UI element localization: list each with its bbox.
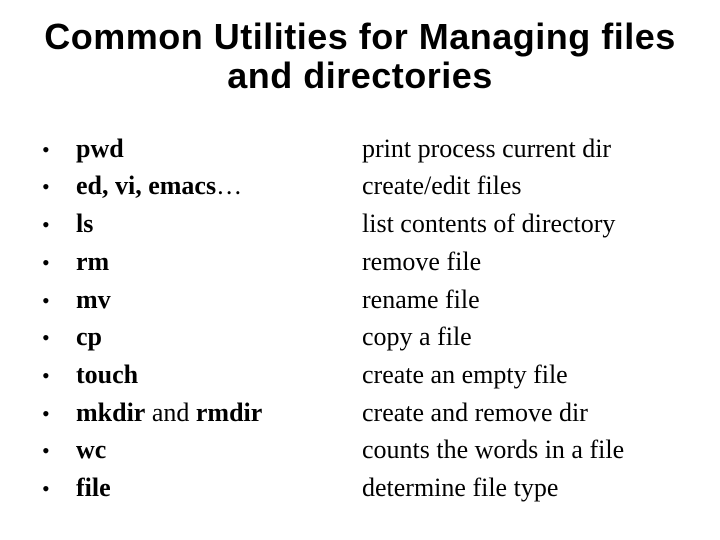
- bullet-icon: •: [42, 247, 76, 279]
- command-column: • pwd • ed, vi, emacs… • ls • rm • mv • …: [42, 130, 362, 507]
- description-text: create an empty file: [362, 356, 690, 394]
- bullet-icon: •: [42, 435, 76, 467]
- list-item: • rm: [42, 243, 362, 281]
- description-text: determine file type: [362, 469, 690, 507]
- bullet-icon: •: [42, 473, 76, 505]
- list-item: • touch: [42, 356, 362, 394]
- list-item: • mv: [42, 281, 362, 319]
- list-item: • file: [42, 469, 362, 507]
- bullet-icon: •: [42, 398, 76, 430]
- list-item: • ls: [42, 205, 362, 243]
- list-item: • cp: [42, 318, 362, 356]
- description-text: rename file: [362, 281, 690, 319]
- list-item: • pwd: [42, 130, 362, 168]
- description-text: create/edit files: [362, 167, 690, 205]
- bullet-icon: •: [42, 171, 76, 203]
- description-text: print process current dir: [362, 130, 690, 168]
- bullet-icon: •: [42, 360, 76, 392]
- slide: Common Utilities for Managing files and …: [0, 0, 720, 540]
- command-text: cp: [76, 318, 102, 356]
- bullet-icon: •: [42, 209, 76, 241]
- command-text: mv: [76, 281, 111, 319]
- description-text: remove file: [362, 243, 690, 281]
- bullet-icon: •: [42, 285, 76, 317]
- bullet-icon: •: [42, 322, 76, 354]
- list-item: • mkdir and rmdir: [42, 394, 362, 432]
- command-text: wc: [76, 431, 106, 469]
- list-item: • ed, vi, emacs…: [42, 167, 362, 205]
- command-text: ls: [76, 205, 93, 243]
- description-column: print process current dir create/edit fi…: [362, 130, 690, 507]
- description-text: list contents of directory: [362, 205, 690, 243]
- description-text: create and remove dir: [362, 394, 690, 432]
- command-text: mkdir and rmdir: [76, 394, 262, 432]
- description-text: copy a file: [362, 318, 690, 356]
- description-text: counts the words in a file: [362, 431, 690, 469]
- content-area: • pwd • ed, vi, emacs… • ls • rm • mv • …: [30, 130, 690, 507]
- list-item: • wc: [42, 431, 362, 469]
- command-text: rm: [76, 243, 109, 281]
- command-text: file: [76, 469, 111, 507]
- command-text: pwd: [76, 130, 124, 168]
- command-text: ed, vi, emacs…: [76, 167, 242, 205]
- slide-title: Common Utilities for Managing files and …: [30, 18, 690, 96]
- bullet-icon: •: [42, 134, 76, 166]
- command-text: touch: [76, 356, 138, 394]
